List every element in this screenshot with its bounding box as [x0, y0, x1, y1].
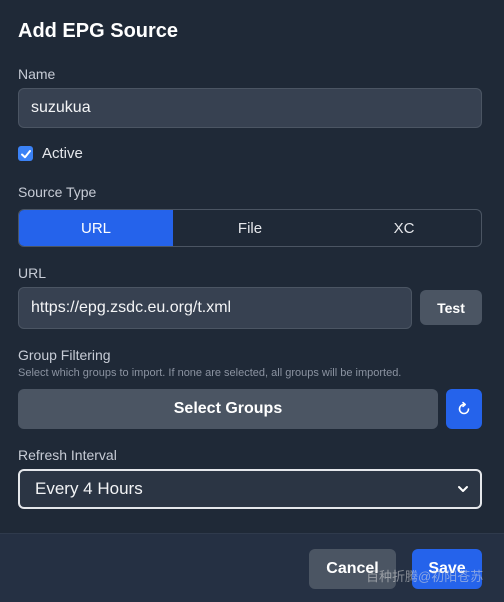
- source-type-file[interactable]: File: [173, 210, 327, 246]
- source-type-xc[interactable]: XC: [327, 210, 481, 246]
- active-checkbox[interactable]: [18, 146, 33, 161]
- refresh-interval-select[interactable]: Every 4 Hours: [18, 469, 482, 509]
- dialog-title: Add EPG Source: [18, 20, 179, 42]
- source-type-selector: URL File XC: [18, 209, 482, 247]
- chevron-down-icon: [458, 486, 468, 492]
- refresh-icon: [458, 401, 470, 415]
- refresh-groups-button[interactable]: [446, 389, 482, 429]
- active-label: Active: [42, 145, 83, 162]
- refresh-interval-value: Every 4 Hours: [35, 479, 143, 498]
- url-input[interactable]: https://epg.zsdc.eu.org/t.xml: [18, 287, 412, 329]
- source-type-label: Source Type: [18, 184, 97, 200]
- name-label: Name: [18, 66, 56, 82]
- select-groups-button[interactable]: Select Groups: [18, 389, 438, 429]
- add-epg-source-dialog: Add EPG Source Name suzukua Active Sourc…: [0, 0, 504, 602]
- watermark-text: 百种折腾@初阳苍苏: [366, 569, 484, 584]
- check-icon: [20, 149, 31, 158]
- group-filtering-hint: Select which groups to import. If none a…: [18, 367, 402, 379]
- active-checkbox-row[interactable]: Active: [18, 145, 83, 162]
- url-label: URL: [18, 265, 47, 281]
- group-filtering-label: Group Filtering: [18, 347, 111, 363]
- test-button[interactable]: Test: [420, 290, 482, 325]
- source-type-url[interactable]: URL: [19, 210, 173, 246]
- refresh-interval-label: Refresh Interval: [18, 447, 117, 463]
- name-input[interactable]: suzukua: [18, 88, 482, 128]
